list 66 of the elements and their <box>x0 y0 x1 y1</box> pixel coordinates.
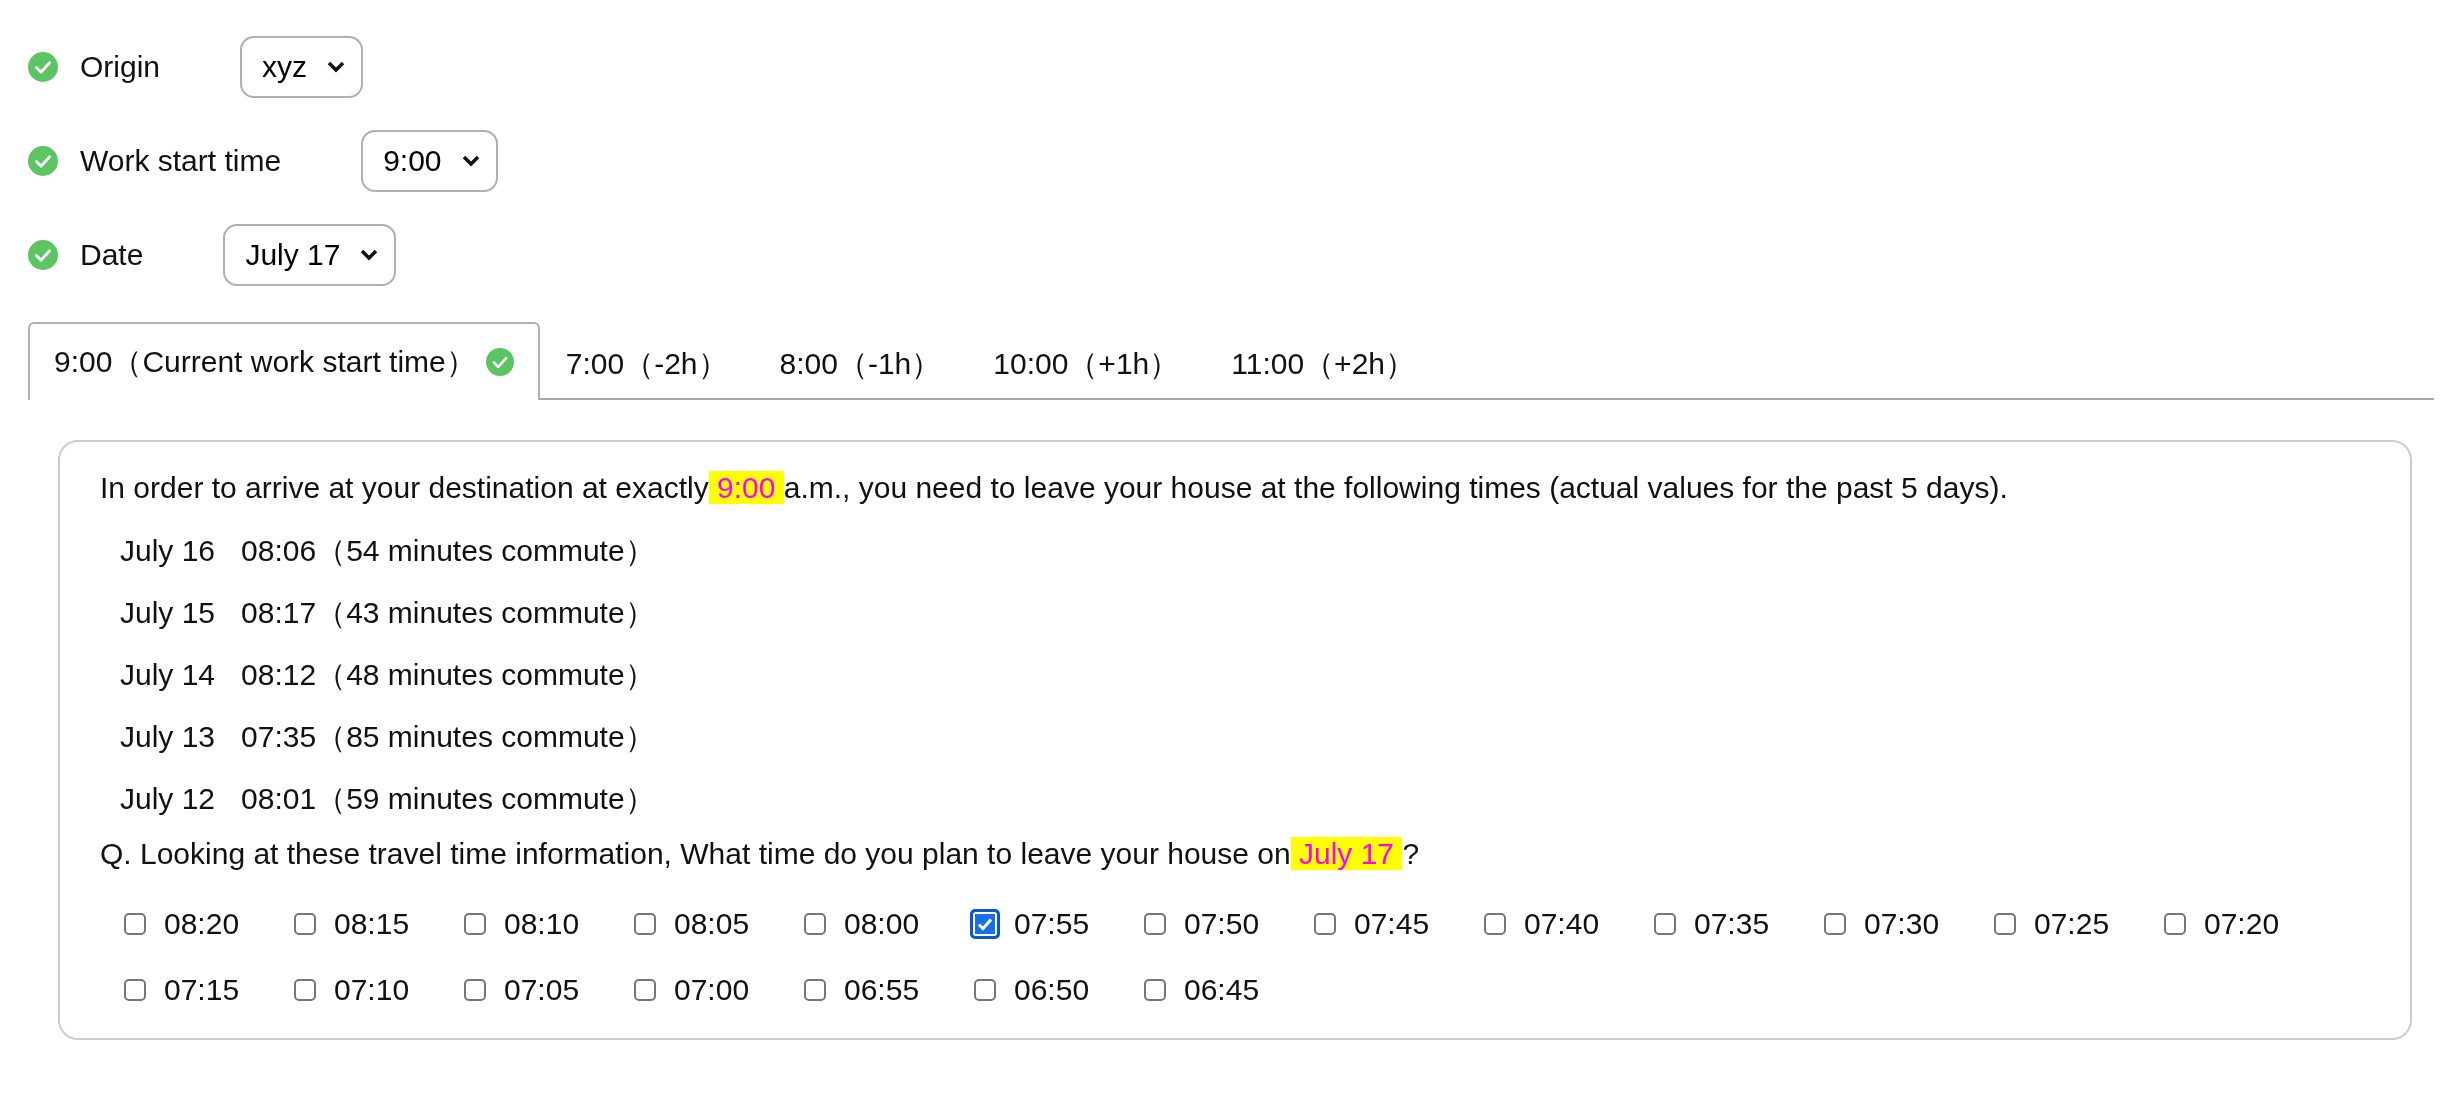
record-detail: 08:01（59 minutes commute） <box>241 780 655 817</box>
tab[interactable]: 8:00（-1h） <box>753 326 968 400</box>
checkbox[interactable] <box>1144 979 1166 1001</box>
checkbox[interactable] <box>124 979 146 1001</box>
time-option[interactable]: 06:55 <box>800 962 946 1018</box>
chevron-icon <box>360 249 379 261</box>
time-option[interactable]: 06:50 <box>970 962 1116 1018</box>
time-option[interactable]: 07:35 <box>1650 896 1796 952</box>
question-text: Q. Looking at these travel time information, What time do you plan to leave your house on July 17 ? <box>100 836 1421 872</box>
time-option[interactable]: 07:10 <box>290 962 436 1018</box>
time-option[interactable]: 07:25 <box>1990 896 2136 952</box>
checkbox[interactable] <box>1314 913 1336 935</box>
time-option[interactable]: 06:45 <box>1140 962 1286 1018</box>
time-option[interactable]: 07:05 <box>460 962 606 1018</box>
chevron-icon <box>327 61 346 73</box>
checkbox[interactable] <box>1144 913 1166 935</box>
checkbox[interactable] <box>804 913 826 935</box>
tab[interactable]: 7:00（-2h） <box>539 326 754 400</box>
checkbox[interactable] <box>464 979 486 1001</box>
record-detail: 07:35（85 minutes commute） <box>241 718 655 755</box>
dropdown[interactable]: 9:00 <box>361 130 498 192</box>
intro-text: In order to arrive at your destination at exactly 9:00 a.m., you need to leave your house at the following times (actual values for the past 5 days). <box>100 470 2009 506</box>
checkbox[interactable] <box>294 979 316 1001</box>
checkbox[interactable] <box>1654 913 1676 935</box>
tab[interactable]: 11:00（+2h） <box>1205 326 1441 400</box>
record-date: July 15 <box>120 596 216 630</box>
dropdown[interactable]: xyz <box>240 36 364 98</box>
record-date: July 14 <box>120 658 216 692</box>
record-date: July 13 <box>120 720 216 754</box>
time-option[interactable]: 08:00 <box>800 896 946 952</box>
record-date: July 16 <box>120 534 216 568</box>
checkbox[interactable] <box>1484 913 1506 935</box>
checkbox[interactable] <box>634 979 656 1001</box>
record-detail: 08:06（54 minutes commute） <box>241 532 655 569</box>
checkbox[interactable] <box>804 979 826 1001</box>
checkbox[interactable] <box>124 913 146 935</box>
time-option[interactable]: 07:40 <box>1480 896 1626 952</box>
time-option[interactable]: 07:50 <box>1140 896 1286 952</box>
time-option[interactable]: 07:00 <box>630 962 776 1018</box>
setting-label: Work start time <box>80 144 282 178</box>
record-detail: 08:17（43 minutes commute） <box>241 594 655 631</box>
record-date: July 12 <box>120 782 216 816</box>
checkbox[interactable] <box>1824 913 1846 935</box>
setting-label: Origin <box>80 50 161 84</box>
tab[interactable]: 10:00（+1h） <box>967 326 1206 400</box>
time-option[interactable]: 08:15 <box>290 896 436 952</box>
checkbox[interactable] <box>1994 913 2016 935</box>
time-option[interactable]: 07:15 <box>120 962 266 1018</box>
time-option[interactable]: 07:30 <box>1820 896 1966 952</box>
time-option[interactable]: 08:05 <box>630 896 776 952</box>
time-option[interactable]: 07:55 <box>970 896 1116 952</box>
dropdown[interactable]: July 17 <box>223 224 397 286</box>
record-detail: 08:12（48 minutes commute） <box>241 656 655 693</box>
time-option[interactable]: 08:20 <box>120 896 266 952</box>
setting-label: Date <box>80 238 144 272</box>
checkbox[interactable] <box>294 913 316 935</box>
chevron-icon <box>461 155 480 167</box>
time-option[interactable]: 07:45 <box>1310 896 1456 952</box>
checkbox[interactable] <box>464 913 486 935</box>
checkbox[interactable] <box>634 913 656 935</box>
tab[interactable]: 9:00（Current work start time） <box>28 322 540 400</box>
checkbox[interactable] <box>970 909 1000 939</box>
checkbox[interactable] <box>974 979 996 1001</box>
time-option[interactable]: 08:10 <box>460 896 606 952</box>
checkbox[interactable] <box>2164 913 2186 935</box>
time-option[interactable]: 07:20 <box>2160 896 2306 952</box>
